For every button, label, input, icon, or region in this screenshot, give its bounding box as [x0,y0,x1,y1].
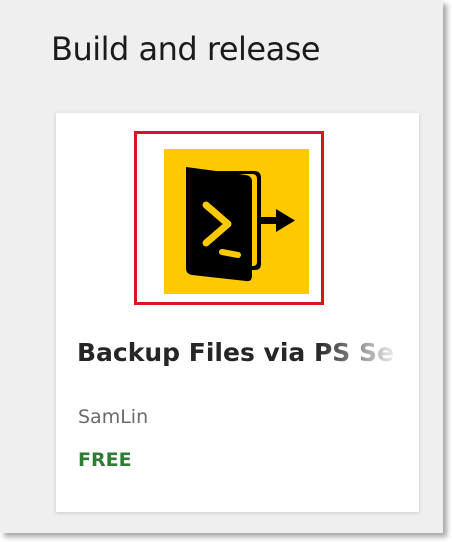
powershell-export-icon [164,149,309,294]
extension-card[interactable]: Backup Files via PS Se SamLin FREE [56,113,419,512]
publisher-name: SamLin [78,406,149,428]
section-title: Build and release [51,30,321,68]
build-and-release-panel: Build and release Backup Files via PS Se [0,0,443,533]
price-label: FREE [78,449,132,471]
extension-name[interactable]: Backup Files via PS Se [77,338,393,367]
